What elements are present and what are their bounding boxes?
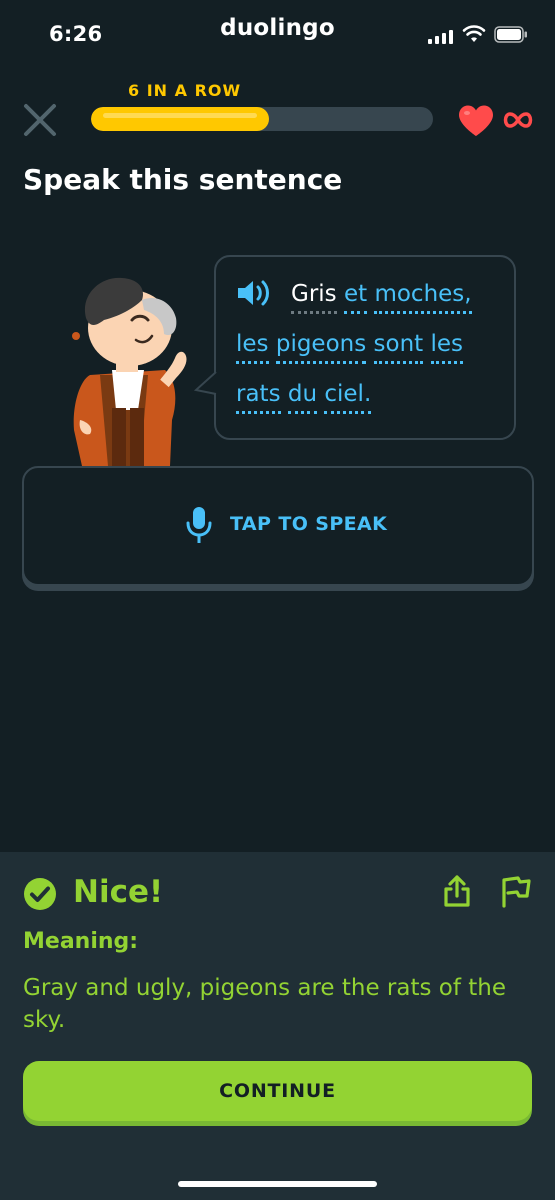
meaning-label: Meaning: xyxy=(23,929,139,954)
sentence-word[interactable]: ciel. xyxy=(324,381,372,414)
sentence-word[interactable]: Gris xyxy=(291,281,337,314)
battery-icon xyxy=(494,26,527,43)
meaning-text: Gray and ugly, pigeons are the rats of t… xyxy=(23,975,507,1033)
page-title: Speak this sentence xyxy=(23,163,343,196)
sentence-word[interactable]: sont xyxy=(373,331,424,364)
sentence-word[interactable]: moches, xyxy=(374,281,472,314)
sentence-word[interactable]: rats xyxy=(236,381,281,414)
tap-to-speak-label: TAP TO SPEAK xyxy=(230,513,388,535)
sentence-word[interactable]: du xyxy=(287,381,318,414)
lesson-progress-bar xyxy=(91,107,433,131)
sentence-word[interactable]: pigeons xyxy=(275,331,367,364)
feedback-status: Nice! xyxy=(73,874,164,910)
continue-label: CONTINUE xyxy=(219,1080,336,1102)
check-circle-icon xyxy=(24,878,56,910)
streak-label: 6 IN A ROW xyxy=(128,81,242,100)
speaker-icon[interactable] xyxy=(236,278,274,308)
wifi-icon xyxy=(462,25,486,42)
sentence-line-1: Gris et moches, xyxy=(291,281,472,314)
heart-icon xyxy=(459,105,493,136)
sentence-word[interactable]: les xyxy=(236,331,269,364)
character-illustration xyxy=(72,277,187,466)
share-icon[interactable] xyxy=(442,874,472,908)
home-indicator[interactable] xyxy=(178,1181,377,1187)
flag-icon[interactable] xyxy=(500,874,532,908)
sentence-line-2: les pigeons sont les xyxy=(236,331,464,364)
infinity-icon xyxy=(503,112,533,128)
sentence-word[interactable]: les xyxy=(430,331,464,364)
progress-fill xyxy=(91,107,269,131)
speech-bubble-tail xyxy=(194,372,217,395)
cellular-signal-icon xyxy=(428,28,454,44)
sentence-word[interactable]: et xyxy=(343,281,368,314)
continue-button[interactable]: CONTINUE xyxy=(23,1061,532,1121)
close-icon[interactable] xyxy=(22,102,58,138)
progress-highlight xyxy=(103,113,257,118)
microphone-icon xyxy=(186,507,212,543)
sentence-line-3: rats du ciel. xyxy=(236,381,372,414)
